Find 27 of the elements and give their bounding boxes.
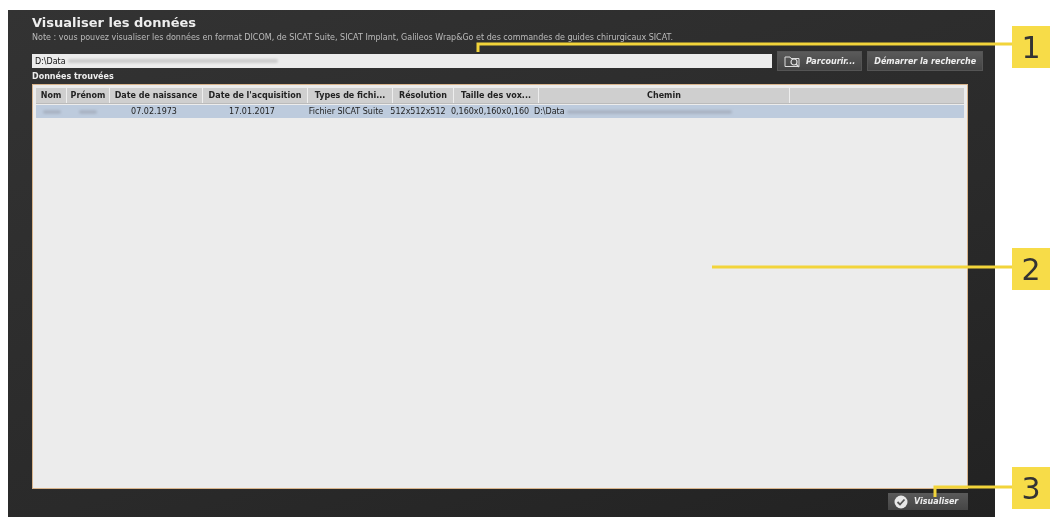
table-cell: 512x512x512 [390,107,446,116]
column-header[interactable]: Types de fichi... [308,88,393,103]
search-button[interactable]: Démarrer la recherche [867,51,984,71]
table-cell: 0,160x0,160x0,160 [450,107,530,116]
visualize-button[interactable]: Visualiser [888,493,968,510]
column-header[interactable]: Prénom [67,88,110,103]
callout-number: 2 [1012,248,1050,290]
column-header[interactable]: Chemin [539,88,790,103]
column-header[interactable]: Taille des vox... [454,88,539,103]
results-label: Données trouvées [32,72,115,83]
dialog-title: Visualiser les données [32,15,198,32]
table-cell: Fichier SICAT Suite [308,107,384,116]
callout-number: 3 [1012,467,1050,509]
callout-number: 1 [1012,26,1050,68]
path-field[interactable]: D:\Data [32,54,772,68]
column-header[interactable]: Date de naissance [110,88,203,103]
table-cell: 17.01.2017 [229,107,275,116]
column-header[interactable]: Résolution [393,88,454,103]
table-cell: 07.02.1973 [131,107,177,116]
table-row[interactable]: 07.02.1973 17.01.2017 Fichier SICAT Suite 512x512x512 0,160x0,160x0,160 D:\Data [36,105,964,118]
note-text: Note : vous pouvez visualiser les données en format DICOM, de SICAT Suite, SICAT Implant, Galileos Wrap&Go et des commandes de guides chirurgicaux SICAT. [32,33,674,44]
column-header[interactable]: Nom [36,88,67,103]
column-header[interactable]: Date de l'acquisition [203,88,308,103]
table-cell: D:\Data [534,107,565,116]
folder-search-icon [784,54,801,68]
browse-button[interactable]: Parcourir... [777,51,863,71]
checkmark-icon [894,494,908,509]
